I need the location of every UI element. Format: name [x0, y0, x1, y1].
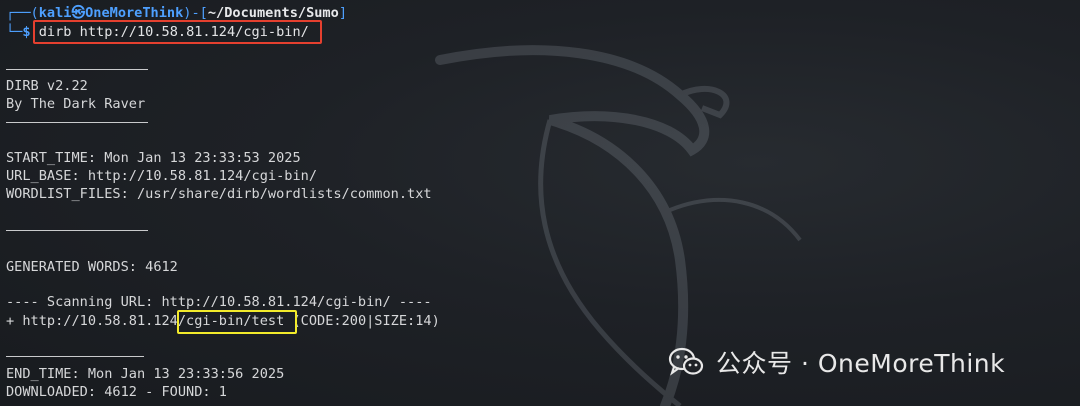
prompt-frame-left: ┌──( — [6, 5, 39, 21]
prompt-frame-mid: )-[ — [183, 5, 208, 21]
wordlist-files: WORDLIST_FILES: /usr/share/dirb/wordlist… — [6, 186, 432, 202]
prompt-corner: └─ — [6, 24, 23, 40]
terminal-window[interactable]: ┌──(kali㉿OneMoreThink)-[~/Documents/Sumo… — [0, 0, 1080, 406]
watermark-text: 公众号 · OneMoreThink — [716, 349, 1006, 378]
divider — [6, 230, 148, 231]
found-path-highlight-box — [177, 310, 297, 334]
prompt-path: ~/Documents/Sumo — [207, 5, 339, 21]
start-time: START_TIME: Mon Jan 13 23:33:53 2025 — [6, 150, 301, 166]
prompt-dollar: $ — [22, 24, 31, 40]
found-host: + http://10.58.81.124 — [6, 313, 178, 329]
divider — [6, 356, 144, 357]
found-status: (CODE:200|SIZE:14) — [284, 313, 440, 329]
wechat-watermark: 公众号 · OneMoreThink — [668, 340, 1005, 384]
generated-words: GENERATED WORDS: 4612 — [6, 259, 178, 275]
divider — [6, 122, 148, 123]
download-summary: DOWNLOADED: 4612 - FOUND: 1 — [6, 384, 227, 400]
command-highlight-box — [33, 20, 322, 44]
divider — [6, 69, 148, 70]
wechat-icon — [668, 347, 704, 376]
prompt-user-host: kali㉿OneMoreThink — [38, 5, 184, 21]
prompt-frame-right: ] — [338, 5, 347, 21]
banner-title: DIRB v2.22 — [6, 78, 88, 94]
end-time: END_TIME: Mon Jan 13 23:33:56 2025 — [6, 366, 285, 382]
scanning-url: ---- Scanning URL: http://10.58.81.124/c… — [6, 294, 432, 310]
url-base: URL_BASE: http://10.58.81.124/cgi-bin/ — [6, 168, 317, 184]
banner-author: By The Dark Raver — [6, 96, 146, 112]
